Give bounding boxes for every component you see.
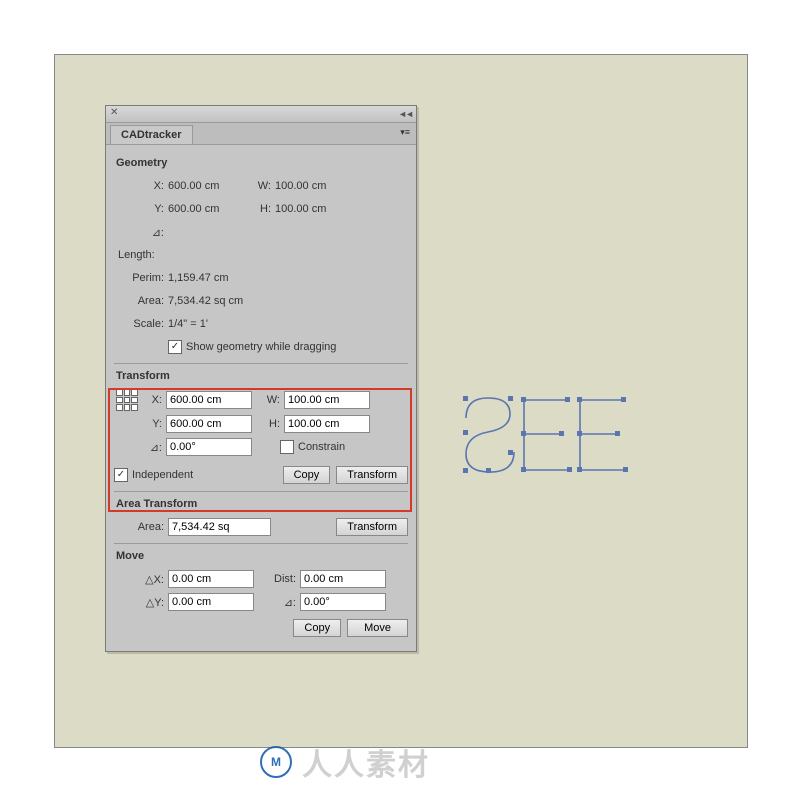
ty-label: Y: (144, 418, 166, 430)
show-geometry-label: Show geometry while dragging (186, 341, 336, 353)
cadtracker-panel: ✕ ◄◄ CADtracker ▾≡ Geometry X: 600.00 cm… (105, 105, 417, 652)
transform-angle-input[interactable] (166, 438, 252, 456)
move-header: Move (114, 543, 408, 566)
move-angle-input[interactable] (300, 593, 386, 611)
watermark-logo-icon: M (260, 746, 292, 778)
independent-checkbox[interactable]: ✓ (114, 468, 128, 482)
watermark-text: 人人素材 (302, 740, 430, 784)
move-dx-input[interactable] (168, 570, 254, 588)
move-copy-button[interactable]: Copy (293, 619, 341, 637)
h-value: 100.00 cm (275, 203, 360, 215)
transform-y-input[interactable] (166, 415, 252, 433)
x-label: X: (114, 180, 168, 192)
constrain-checkbox[interactable] (280, 440, 294, 454)
scale-label: Scale: (114, 318, 168, 330)
area-label: Area: (114, 295, 168, 307)
constrain-label: Constrain (298, 441, 345, 453)
move-dist-input[interactable] (300, 570, 386, 588)
transform-header: Transform (114, 363, 408, 386)
dy-label: △Y: (114, 596, 168, 609)
w-value: 100.00 cm (275, 180, 360, 192)
move-dy-input[interactable] (168, 593, 254, 611)
area-transform-input[interactable] (168, 518, 271, 536)
at-area-label: Area: (114, 521, 168, 533)
collapse-icon[interactable]: ◄◄ (398, 109, 412, 119)
watermark: M 人人素材 (260, 740, 430, 784)
scale-value: 1/4" = 1' (168, 318, 208, 330)
transform-x-input[interactable] (166, 391, 252, 409)
menu-icon[interactable]: ▾≡ (400, 127, 410, 138)
dist-label: Dist: (264, 573, 300, 585)
length-label: Length: (114, 249, 172, 261)
tangle-label: ⊿: (144, 441, 166, 454)
w-label: W: (253, 180, 275, 192)
canvas-background: ✕ ◄◄ CADtracker ▾≡ Geometry X: 600.00 cm… (54, 54, 748, 748)
independent-label: Independent (132, 469, 283, 481)
y-value: 600.00 cm (168, 203, 253, 215)
geometry-header: Geometry (114, 151, 408, 173)
perim-value: 1,159.47 cm (168, 272, 229, 284)
transform-w-input[interactable] (284, 391, 370, 409)
transform-h-input[interactable] (284, 415, 370, 433)
show-geometry-checkbox[interactable]: ✓ (168, 340, 182, 354)
close-icon[interactable]: ✕ (110, 107, 118, 118)
tx-label: X: (144, 394, 166, 406)
y-label: Y: (114, 203, 168, 215)
perim-label: Perim: (114, 272, 168, 284)
selected-artwork[interactable] (458, 390, 628, 480)
tw-label: W: (262, 394, 284, 406)
tab-cadtracker[interactable]: CADtracker (110, 125, 193, 144)
move-button[interactable]: Move (347, 619, 408, 637)
h-label: H: (253, 203, 275, 215)
mangle-label: ⊿: (264, 596, 300, 609)
th-label: H: (262, 418, 284, 430)
transform-button[interactable]: Transform (336, 466, 408, 484)
reference-point-icon[interactable] (116, 389, 138, 411)
x-value: 600.00 cm (168, 180, 253, 192)
area-transform-header: Area Transform (114, 491, 408, 514)
angle-label: ⊿: (114, 226, 168, 239)
panel-titlebar[interactable]: ✕ ◄◄ (106, 106, 416, 123)
area-value: 7,534.42 sq cm (168, 295, 243, 307)
area-transform-button[interactable]: Transform (336, 518, 408, 536)
dx-label: △X: (114, 573, 168, 586)
copy-button[interactable]: Copy (283, 466, 331, 484)
